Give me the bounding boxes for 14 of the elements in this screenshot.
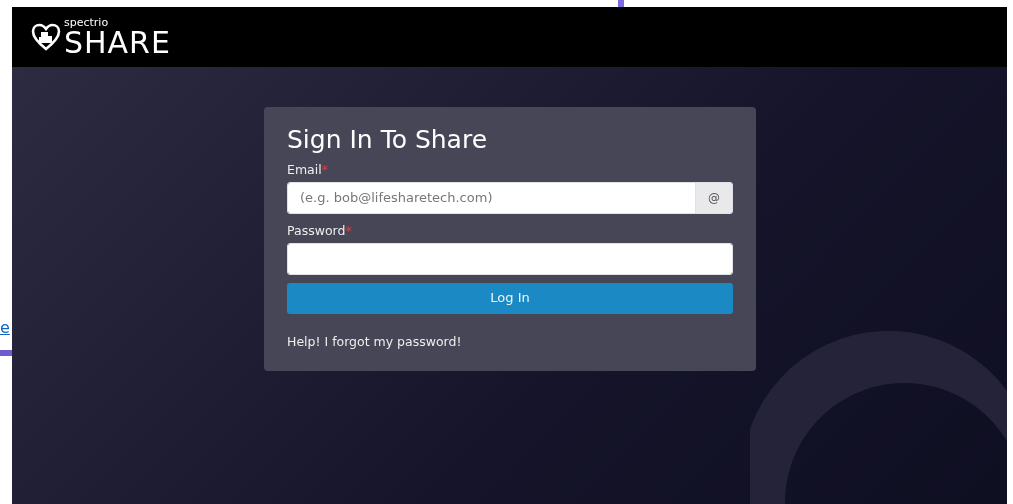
logo-subtitle: spectrio: [64, 16, 110, 28]
form-title: Sign In To Share: [287, 125, 489, 155]
input-field[interactable]: [287, 242, 733, 275]
accent-bar: [618, 0, 624, 7]
link[interactable]: e: [0, 320, 10, 336]
field-label: Email*: [287, 161, 329, 179]
forgot-password-link[interactable]: Help! I forgot my password!: [287, 332, 462, 352]
heart-building-icon: [31, 23, 61, 51]
at-sign-addon: @: [695, 181, 733, 214]
input-field[interactable]: (e.g. bob@lifesharetech.com): [287, 181, 696, 214]
accent-bar: [0, 350, 12, 356]
logo-title: SHARE: [64, 27, 171, 58]
login-button[interactable]: Log In: [287, 282, 733, 314]
field-label: Password*: [287, 221, 353, 240]
